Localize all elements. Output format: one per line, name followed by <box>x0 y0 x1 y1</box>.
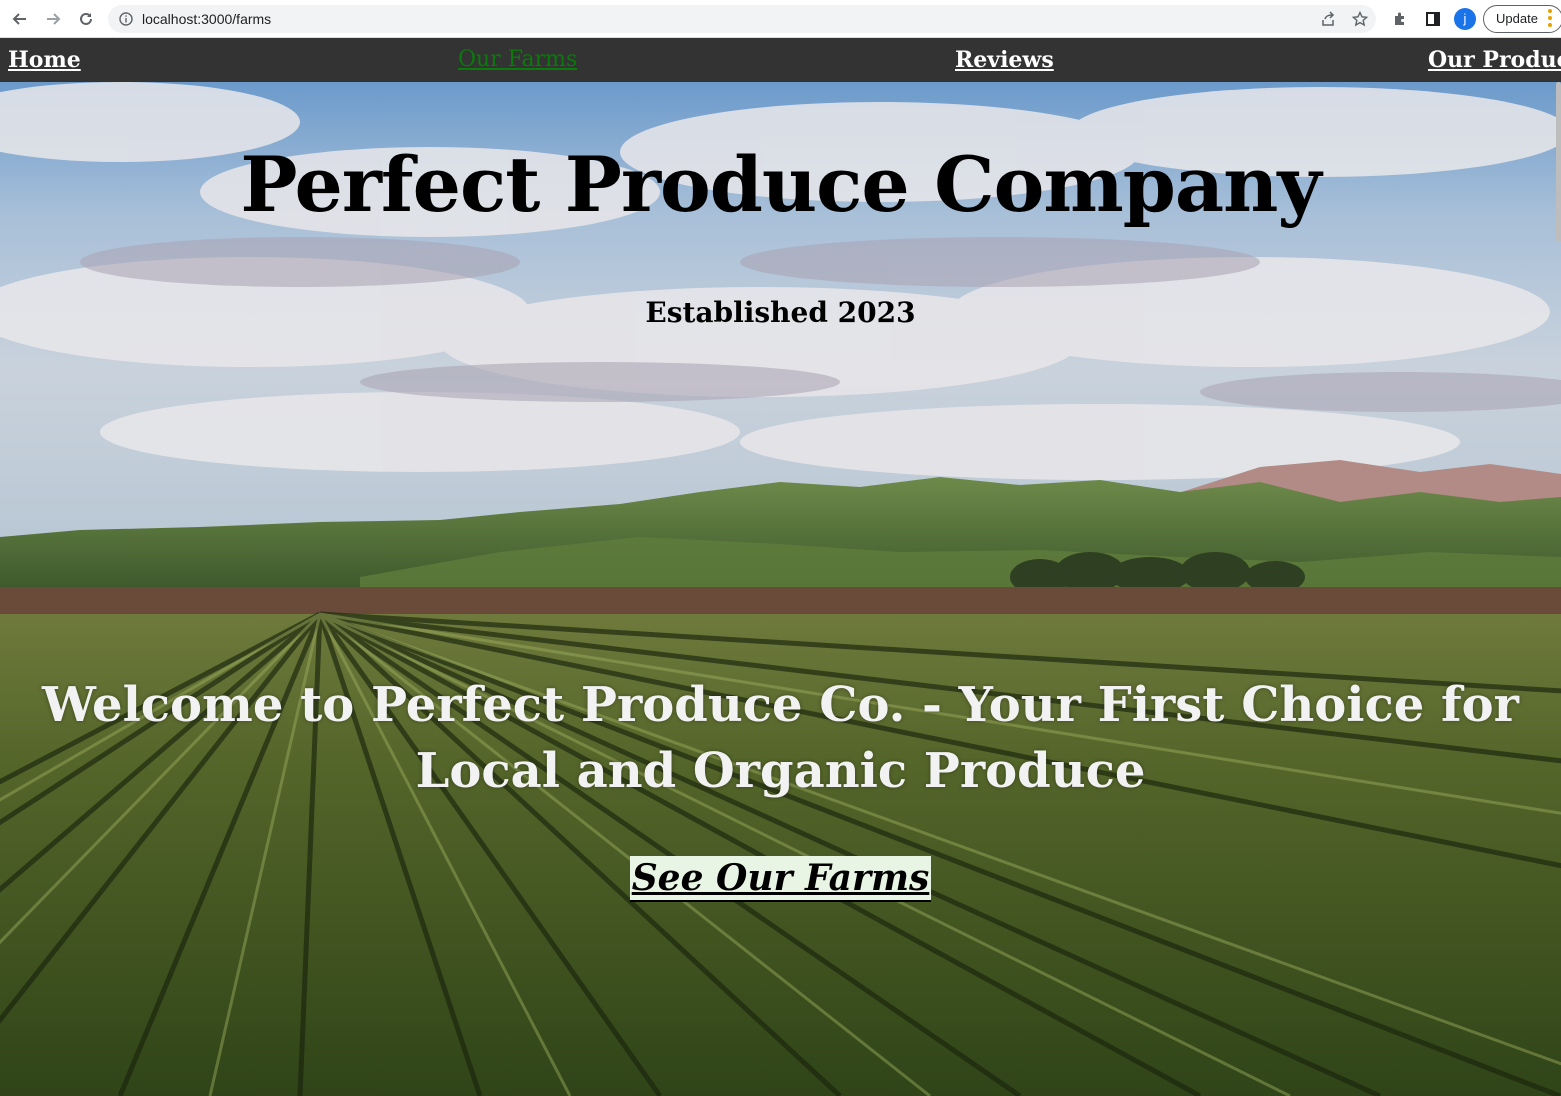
puzzle-icon[interactable] <box>1388 7 1412 31</box>
back-arrow-icon[interactable] <box>8 7 32 31</box>
cta-container: See Our Farms <box>0 856 1561 902</box>
info-icon[interactable] <box>118 11 134 27</box>
update-label: Update <box>1496 11 1538 26</box>
url-text[interactable]: localhost:3000/farms <box>142 5 271 33</box>
nav-link-our-farms[interactable]: Our Farms <box>458 47 577 72</box>
page-title: Perfect Produce Company <box>240 140 1321 229</box>
star-icon[interactable] <box>1352 11 1368 27</box>
more-vert-icon[interactable] <box>1548 9 1552 29</box>
reload-icon[interactable] <box>74 7 98 31</box>
address-bar[interactable]: localhost:3000/farms <box>108 5 1376 33</box>
forward-arrow-icon[interactable] <box>41 7 65 31</box>
share-icon[interactable] <box>1320 11 1336 27</box>
hero-background-image: Perfect Produce Company Established 2023… <box>0 82 1561 1096</box>
main-nav: Home Our Farms Reviews Our Products <box>0 38 1561 82</box>
browser-toolbar: localhost:3000/farms j Update <box>0 0 1561 38</box>
welcome-heading: Welcome to Perfect Produce Co. - Your Fi… <box>42 677 1519 799</box>
nav-link-reviews[interactable]: Reviews <box>955 47 1054 73</box>
page-scrollbar[interactable] <box>1556 82 1561 242</box>
profile-avatar[interactable]: j <box>1454 8 1476 30</box>
farm-landscape-illustration <box>0 82 1561 1096</box>
established-subtitle: Established 2023 <box>645 296 916 329</box>
nav-link-home[interactable]: Home <box>8 47 81 73</box>
side-panel-icon[interactable] <box>1421 7 1445 31</box>
nav-link-our-products[interactable]: Our Products <box>1428 47 1561 73</box>
see-our-farms-button[interactable]: See Our Farms <box>629 856 932 902</box>
